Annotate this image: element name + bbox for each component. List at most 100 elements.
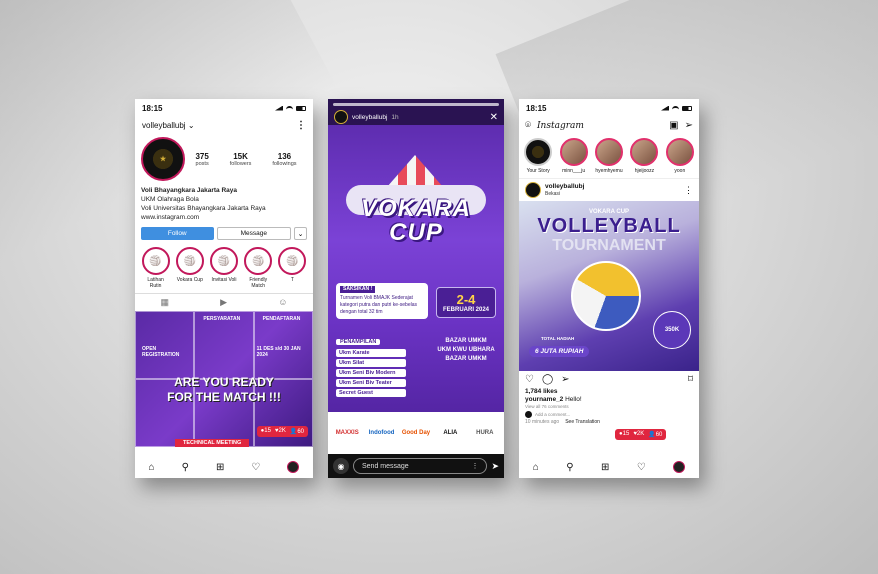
send-message-input[interactable]: Send message ⋮ xyxy=(353,458,488,474)
igtv-icon[interactable]: ▣ xyxy=(669,120,678,131)
sponsor-logo: HURA xyxy=(476,430,494,436)
status-time: 18:15 xyxy=(526,103,547,113)
search-icon[interactable]: ⚲ xyxy=(182,462,189,473)
comment-icon: ●15 xyxy=(260,428,271,434)
more-options-icon: ⋮ xyxy=(471,463,479,470)
chevron-down-icon: ⌄ xyxy=(187,121,195,130)
post-username[interactable]: volleyballubj xyxy=(545,183,584,191)
wifi-icon xyxy=(672,105,679,111)
bottom-nav: ⌂ ⚲ ⊞ ♡ xyxy=(135,456,313,478)
share-icon[interactable]: ➢ xyxy=(561,374,569,385)
post-location[interactable]: Bekasi xyxy=(545,191,584,197)
add-post-icon[interactable]: ⊞ xyxy=(216,462,224,473)
grid-post[interactable]: PERSYARATAN xyxy=(194,311,254,379)
add-post-icon[interactable]: ⊞ xyxy=(601,462,609,473)
camera-icon[interactable]: ⌾ xyxy=(525,120,531,131)
home-icon[interactable]: ⌂ xyxy=(149,462,155,473)
grid-post[interactable]: PENDAFTARAN 11 DES s/d 30 JAN 2024 xyxy=(253,311,313,379)
feed-phone: 18:15 ⌾ Instagram ▣ ➢ Your Story minn___… xyxy=(519,99,699,478)
avatar[interactable] xyxy=(334,110,348,124)
story-item[interactable]: yoon xyxy=(665,138,695,174)
highlight-item[interactable]: 🏐 Invitasi Voli xyxy=(209,247,238,289)
volleyball-player-icon: 🏐 xyxy=(175,247,204,275)
reels-icon[interactable]: ▶ xyxy=(220,297,227,308)
close-icon[interactable]: ✕ xyxy=(490,112,498,123)
list-item: Ukm Karate xyxy=(336,349,406,357)
list-item: Ukm Seni Biv Teater xyxy=(336,379,406,387)
profile-bio: Voli Bhayangkara Jakarta Raya UKM Olahra… xyxy=(135,184,313,224)
status-time: 18:15 xyxy=(142,103,163,113)
sponsor-logos: MAXXIS Indofood Good Day ALIA HURA xyxy=(328,412,504,454)
likes-count[interactable]: 1,784 likes xyxy=(519,388,699,395)
list-item: Secret Guest xyxy=(336,389,406,397)
stat-followings[interactable]: 136 followings xyxy=(272,152,296,167)
add-comment-field[interactable]: Add a comment... xyxy=(519,410,699,419)
more-options-icon[interactable]: ⋮ xyxy=(684,185,693,196)
app-title: Instagram xyxy=(537,120,584,131)
volleyball-player-icon: 🏐 xyxy=(244,247,273,275)
direct-message-icon[interactable]: ➢ xyxy=(685,120,693,131)
story-footer: ◉ Send message ⋮ ➤ xyxy=(328,454,504,478)
status-bar: 18:15 xyxy=(135,99,313,117)
bookmark-icon[interactable]: ⌑ xyxy=(688,374,693,385)
grid-icon[interactable]: ▦ xyxy=(161,297,170,308)
camera-icon[interactable]: ◉ xyxy=(333,458,349,474)
highlight-item[interactable]: 🏐 T xyxy=(278,247,307,289)
saksikan-box: SAKSIKAN ! Turnamen Voli BMAJK Sederajat… xyxy=(336,283,428,319)
sponsor-logo: Good Day xyxy=(401,430,431,436)
post-image[interactable]: VOKARA CUP VOLLEYBALL TOURNAMENT 350K TO… xyxy=(519,201,699,371)
follow-button[interactable]: Follow xyxy=(141,227,214,240)
volleyball-icon xyxy=(571,261,641,331)
profile-avatar-icon[interactable] xyxy=(673,461,686,473)
highlight-item[interactable]: 🏐 Friendly Match xyxy=(244,247,273,289)
activity-notification[interactable]: ●15 ♥2K 👤60 xyxy=(256,426,308,437)
tagged-icon[interactable]: ☺ xyxy=(278,297,287,308)
story-age: 1h xyxy=(391,113,399,121)
post-meta: 10 minutes ago See Translation xyxy=(525,419,600,425)
heart-icon: ♥2K xyxy=(274,428,286,434)
comment-icon[interactable]: ◯ xyxy=(542,374,553,385)
search-icon[interactable]: ⚲ xyxy=(566,462,573,473)
event-date: 2-4 FEBRUARI 2024 xyxy=(436,287,496,318)
highlight-item[interactable]: 🏐 Vokara Cup xyxy=(175,247,204,289)
more-options-icon[interactable]: ⋮ xyxy=(296,120,306,131)
home-icon[interactable]: ⌂ xyxy=(533,462,539,473)
profile-phone: 18:15 volleyballubj ⌄ ⋮ ★ 375 posts 15K fo… xyxy=(135,99,313,478)
avatar[interactable]: ★ xyxy=(141,137,185,181)
highlight-item[interactable]: 🏐 Latihan Rutin xyxy=(141,247,170,289)
total-hadiah-label: TOTAL HADIAH xyxy=(541,336,575,341)
technical-meeting-tag: TECHNICAL MEETING xyxy=(175,439,250,447)
story-username[interactable]: volleyballubj xyxy=(352,114,387,121)
bazar-list: BAZAR UMKM UKM KWU UBHARA BAZAR UMKM xyxy=(437,338,495,362)
volleyball-player-icon: 🏐 xyxy=(278,247,307,275)
message-button[interactable]: Message xyxy=(216,227,291,240)
grid-post[interactable]: OPEN REGISTRATION xyxy=(135,311,195,379)
user-icon: 👤60 xyxy=(648,432,663,438)
stat-followers[interactable]: 15K followers xyxy=(230,152,252,167)
story-item[interactable]: Your Story xyxy=(523,138,553,174)
prize-label: 6 JUTA RUPIAH xyxy=(529,346,590,357)
profile-avatar-icon[interactable] xyxy=(287,461,300,473)
chevron-down-icon[interactable]: ⌄ xyxy=(294,227,307,240)
comment: yourname_2 Hello! xyxy=(525,396,582,403)
wifi-icon xyxy=(286,105,293,111)
stat-posts[interactable]: 375 posts xyxy=(195,152,208,167)
status-bar: 18:15 xyxy=(519,99,699,117)
list-item: Ukm Seni Biv Modern xyxy=(336,369,406,377)
volleyball-player-icon: 🏐 xyxy=(141,247,170,275)
heart-icon[interactable]: ♡ xyxy=(525,374,534,385)
penampilan-list: PENAMPILAN Ukm Karate Ukm Silat Ukm Seni… xyxy=(336,339,428,399)
post-header: volleyballubj Bekasi ⋮ xyxy=(519,178,699,201)
heart-icon[interactable]: ♡ xyxy=(251,462,260,473)
list-item: Ukm Silat xyxy=(336,359,406,367)
avatar[interactable] xyxy=(525,182,541,198)
story-item[interactable]: minn___ju xyxy=(558,138,588,174)
see-translation-link[interactable]: See Translation xyxy=(565,419,600,425)
bio-link[interactable]: www.instagram.com xyxy=(141,213,307,222)
activity-notification[interactable]: ●15 ♥2K 👤60 xyxy=(615,429,667,440)
story-item[interactable]: hjeijoozz xyxy=(629,138,659,174)
story-item[interactable]: hyemhyemu xyxy=(594,138,624,174)
send-icon[interactable]: ➤ xyxy=(491,461,499,472)
heart-icon[interactable]: ♡ xyxy=(637,462,646,473)
profile-username[interactable]: volleyballubj ⌄ xyxy=(142,121,195,130)
